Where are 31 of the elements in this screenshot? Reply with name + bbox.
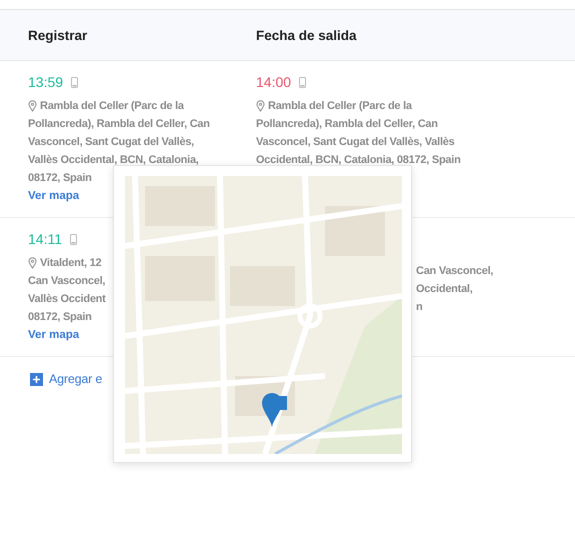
address-text: Occidental, (416, 282, 473, 297)
time-text: 14:00 (256, 74, 292, 90)
location-pin-icon (28, 257, 37, 269)
view-map-link[interactable]: Ver mapa (28, 187, 80, 205)
time-text: 13:59 (28, 74, 64, 90)
address-text: Rambla del Celler (Parc de la (268, 99, 412, 114)
address-text: n (416, 300, 422, 315)
address-text: Occidental, BCN, Catalonia, 08172, Spain (256, 153, 461, 168)
add-button[interactable]: Agregar e (49, 372, 102, 386)
phone-icon (71, 76, 78, 88)
column-header: Registrar (28, 28, 88, 42)
view-map-link[interactable]: Ver mapa (28, 326, 80, 344)
address-text: Can Vasconcel, (416, 264, 494, 279)
address-text: Vallès Occidental, BCN, Catalonia, (28, 153, 199, 168)
address-text: 08172, Spain (28, 310, 92, 325)
address-text: Can Vasconcel, (28, 274, 106, 289)
column-header: Fecha de salida (256, 28, 358, 42)
location-pin-icon (256, 100, 265, 112)
phone-icon (70, 234, 77, 244)
address-text: Pollancreda), Rambla del Celler, Can (256, 117, 438, 132)
address-text: Vasconcel, Sant Cugat del Vallès, Vallès (256, 135, 454, 150)
address-text: Vitaldent, 12 (40, 256, 102, 271)
address-text: Vasconcel, Sant Cugat del Vallès, (28, 135, 194, 150)
time-text: 14:11 (28, 231, 62, 247)
address-text: 08172, Spain (28, 171, 92, 186)
plus-icon (30, 372, 43, 386)
address-text: Rambla del Celler (Parc de la (40, 99, 184, 114)
address-text: Vallès Occident (28, 292, 106, 307)
phone-icon (299, 76, 306, 88)
location-pin-icon (28, 100, 37, 112)
address-text: Pollancreda), Rambla del Celler, Can (28, 117, 210, 132)
